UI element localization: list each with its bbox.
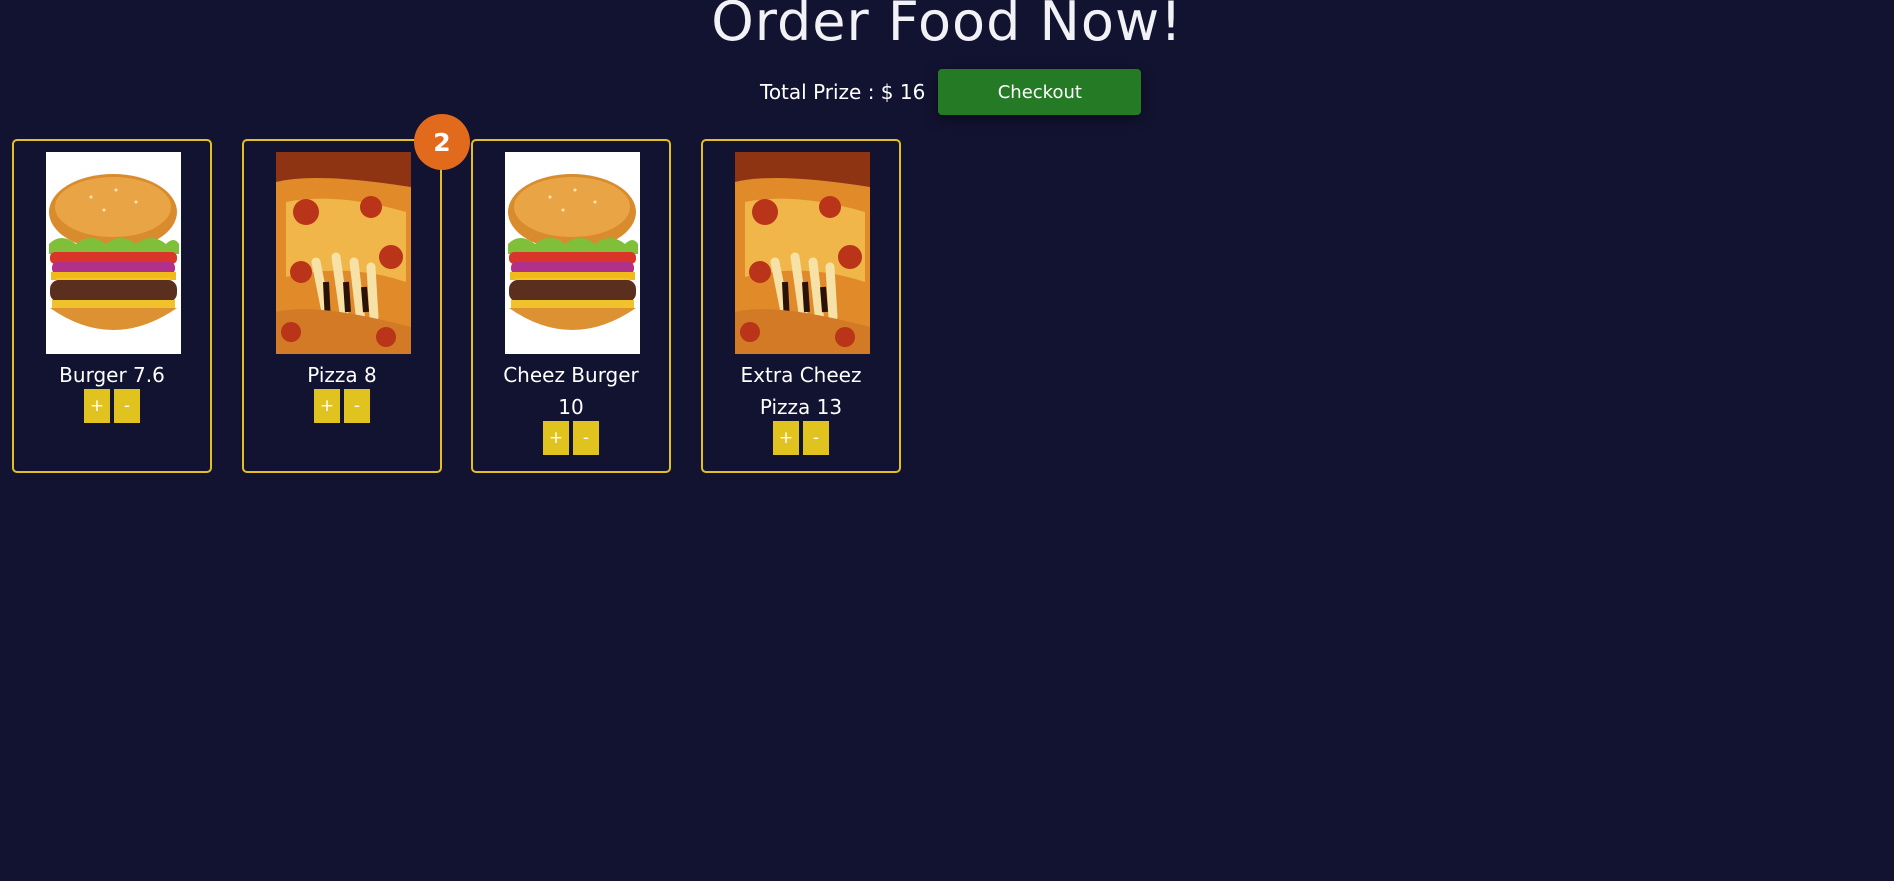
quantity-controls: + -: [473, 421, 669, 455]
quantity-controls: + -: [14, 389, 210, 423]
food-card-pizza: Pizza 8 + -: [242, 139, 442, 473]
burger-image: [46, 152, 181, 354]
food-order-app: Order Food Now! Total Prize : $ 16 Check…: [0, 0, 1894, 881]
food-item-label: Burger 7.6: [59, 363, 165, 387]
decrease-button[interactable]: -: [344, 389, 370, 423]
cart-count-badge: 2: [414, 114, 470, 170]
checkout-button[interactable]: Checkout: [938, 69, 1142, 115]
food-item-label: Pizza 8: [307, 363, 377, 387]
increase-button[interactable]: +: [84, 389, 110, 423]
increase-button[interactable]: +: [543, 421, 569, 455]
food-card-burger: Burger 7.6 + -: [12, 139, 212, 473]
decrease-button[interactable]: -: [573, 421, 599, 455]
decrease-button[interactable]: -: [803, 421, 829, 455]
food-item-label: Extra Cheez Pizza 13: [740, 363, 862, 419]
decrease-button[interactable]: -: [114, 389, 140, 423]
food-card-cheez-burger: Cheez Burger 10 + -: [471, 139, 671, 473]
increase-button[interactable]: +: [314, 389, 340, 423]
increase-button[interactable]: +: [773, 421, 799, 455]
total-price-label: Total Prize : $ 16: [760, 80, 926, 104]
burger-image: [505, 152, 640, 354]
food-item-label: Cheez Burger 10: [503, 363, 639, 419]
order-summary: Total Prize : $ 16 Checkout: [760, 69, 1142, 115]
page-title: Order Food Now!: [711, 0, 1183, 53]
quantity-controls: + -: [703, 421, 899, 455]
pizza-image: [276, 152, 411, 354]
food-card-extra-cheez-pizza: Extra Cheez Pizza 13 + -: [701, 139, 901, 473]
pizza-image: [735, 152, 870, 354]
quantity-controls: + -: [244, 389, 440, 423]
